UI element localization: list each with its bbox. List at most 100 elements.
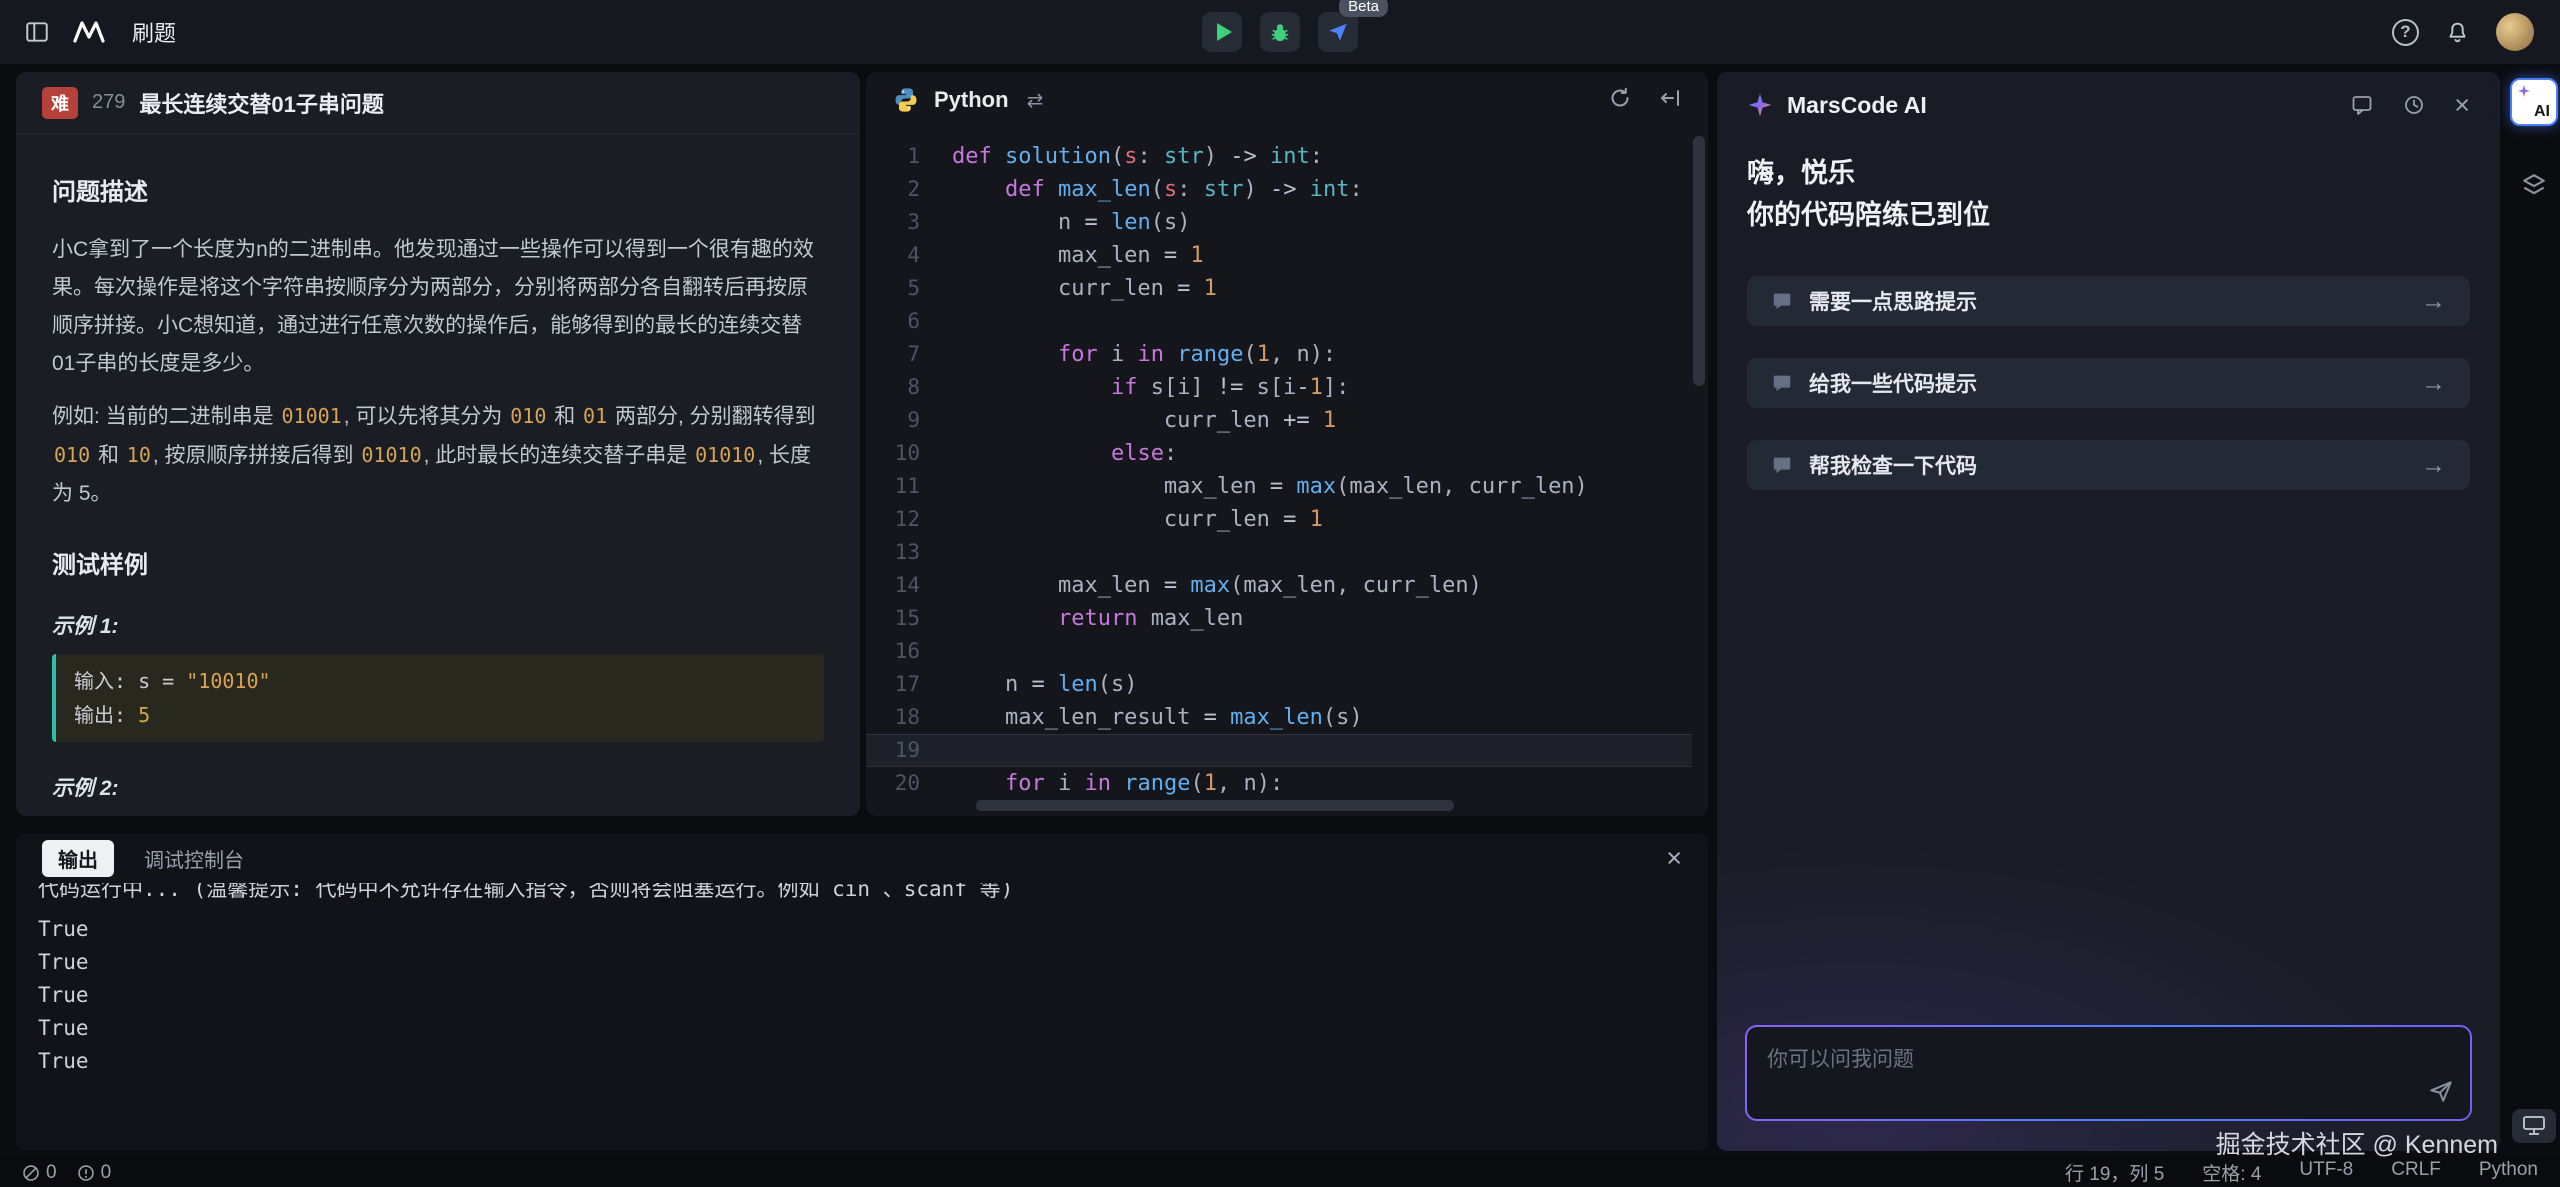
reset-code-icon[interactable] (1658, 86, 1682, 115)
language-mode[interactable]: Python (2479, 1159, 2538, 1186)
editor-vertical-scrollbar[interactable] (1693, 136, 1705, 386)
ai-suggestion-card[interactable]: 给我一些代码提示 → (1747, 358, 2470, 408)
close-icon[interactable]: × (1666, 845, 1682, 872)
submit-button[interactable] (1318, 12, 1358, 52)
card-label: 给我一些代码提示 (1809, 368, 2405, 398)
samples: 示例 1:输入: s = "10010"输出: 5示例 2:输入: s = "0… (52, 610, 824, 816)
bug-icon (1269, 21, 1291, 43)
editor-panel: Python ⇄ 1def solution(s: str) -> int:2 … (866, 72, 1708, 816)
output-header: 输出 调试控制台 × (16, 833, 1708, 883)
send-icon[interactable] (2428, 1078, 2454, 1109)
arrow-right-icon: → (2421, 287, 2446, 316)
ai-title: MarsCode AI (1787, 92, 1927, 119)
problem-id: 279 (92, 91, 125, 114)
code-line[interactable]: 7 for i in range(1, n): (866, 338, 1692, 371)
code-line[interactable]: 4 max_len = 1 (866, 239, 1692, 272)
ai-question-input[interactable] (1747, 1027, 2470, 1119)
avatar[interactable] (2496, 13, 2534, 51)
ai-greeting-line1: 嗨，悦乐 (1747, 152, 2470, 194)
ai-header-actions: × (2350, 92, 2470, 119)
problem-header: 难 279 最长连续交替01子串问题 (16, 72, 860, 134)
chat-bubble-icon (1771, 372, 1793, 394)
play-icon (1217, 23, 1232, 41)
topbar: 刷题 Beta (0, 0, 2560, 64)
code-line[interactable]: 11 max_len = max(max_len, curr_len) (866, 470, 1692, 503)
debug-button[interactable] (1260, 12, 1300, 52)
tab-output[interactable]: 输出 (42, 840, 114, 877)
layers-icon[interactable] (2521, 172, 2547, 203)
console-line: True (38, 1012, 1708, 1045)
language-label: Python (934, 87, 1009, 113)
code-line[interactable]: 6 (866, 305, 1692, 338)
code-line[interactable]: 14 max_len = max(max_len, curr_len) (866, 569, 1692, 602)
eol-setting[interactable]: CRLF (2391, 1159, 2441, 1186)
console-lines: TrueTrueTrueTrueTrue (38, 913, 1708, 1078)
code-line[interactable]: 5 curr_len = 1 (866, 272, 1692, 305)
app: 刷题 Beta (0, 0, 2560, 1187)
ai-panel-toggle-button[interactable]: AI (2510, 78, 2558, 126)
sidebar-toggle-icon[interactable] (24, 19, 50, 45)
code-line[interactable]: 3 n = len(s) (866, 206, 1692, 239)
ai-greeting-line2: 你的代码陪练已到位 (1747, 194, 2470, 236)
warnings-count: 0 (101, 1162, 112, 1184)
ai-suggestion-card[interactable]: 帮我检查一下代码→ (1747, 440, 2470, 490)
code-line[interactable]: 17 n = len(s) (866, 668, 1692, 701)
sample-block: 输入: s = "10010"输出: 5 (52, 654, 824, 742)
errors-count: 0 (46, 1162, 57, 1184)
editor-horizontal-scrollbar[interactable] (976, 800, 1454, 811)
code-line[interactable]: 8 if s[i] != s[i-1]: (866, 371, 1692, 404)
marscode-logo[interactable] (70, 18, 112, 46)
indent-setting[interactable]: 空格: 4 (2202, 1159, 2261, 1186)
history-icon[interactable] (2402, 93, 2426, 117)
card-label: 需要一点思路提示 (1809, 286, 2405, 316)
ai-suggestion-card[interactable]: 需要一点思路提示 → (1747, 276, 2470, 326)
example-paragraph: 例如: 当前的二进制串是 01001, 可以先将其分为 010 和 01 两部分… (52, 397, 824, 513)
console-body: 代码运行中... (温馨提示: 代码中不允许存在输入指令，否则将会阻塞运行。例如… (16, 883, 1708, 1078)
ai-close-icon[interactable]: × (2454, 92, 2470, 119)
ai-button-label: AI (2534, 103, 2550, 121)
editor-actions (1608, 86, 1682, 115)
topbar-left: 刷题 (0, 16, 176, 48)
code-line[interactable]: 1def solution(s: str) -> int: (866, 140, 1692, 173)
code-line[interactable]: 2 def max_len(s: str) -> int: (866, 173, 1692, 206)
console-line: True (38, 979, 1708, 1012)
topbar-actions: Beta (1202, 0, 1358, 64)
arrow-right-icon: → (2421, 369, 2446, 398)
sample-label: 示例 2: (52, 772, 824, 802)
switch-language-icon[interactable]: ⇄ (1027, 88, 1044, 113)
tab-debug-console[interactable]: 调试控制台 (144, 844, 244, 873)
errors-indicator[interactable]: 0 (22, 1162, 57, 1184)
code-line[interactable]: 19 (866, 734, 1692, 767)
code-line[interactable]: 10 else: (866, 437, 1692, 470)
ai-assistant-panel: MarsCode AI × 嗨，悦乐 你的代码陪练已到位 需要一点思路提示→给 (1717, 72, 2500, 1151)
console-line: True (38, 1045, 1708, 1078)
code-line[interactable]: 20 for i in range(1, n): (866, 767, 1692, 798)
difficulty-badge: 难 (42, 87, 78, 119)
output-panel: 输出 调试控制台 × 代码运行中... (温馨提示: 代码中不允许存在输入指令，… (16, 833, 1708, 1151)
bell-icon[interactable] (2445, 20, 2470, 45)
warnings-indicator[interactable]: 0 (77, 1162, 112, 1184)
refresh-icon[interactable] (1608, 86, 1632, 115)
problem-panel: 难 279 最长连续交替01子串问题 问题描述 小C拿到了一个长度为n的二进制串… (16, 72, 860, 816)
section-title-samples: 测试样例 (52, 545, 824, 580)
feedback-icon[interactable] (2350, 93, 2374, 117)
cursor-position[interactable]: 行 19，列 5 (2065, 1159, 2164, 1186)
statusbar-left: 0 0 (22, 1162, 111, 1184)
app-title: 刷题 (132, 16, 176, 48)
sample-label: 示例 1: (52, 610, 824, 640)
code-line[interactable]: 9 curr_len += 1 (866, 404, 1692, 437)
code-line[interactable]: 16 (866, 635, 1692, 668)
run-button[interactable] (1202, 12, 1242, 52)
monitor-icon[interactable] (2512, 1109, 2556, 1143)
arrow-right-icon: → (2421, 451, 2446, 480)
code-line[interactable]: 12 curr_len = 1 (866, 503, 1692, 536)
code-line[interactable]: 18 max_len_result = max_len(s) (866, 701, 1692, 734)
problem-title: 最长连续交替01子串问题 (139, 87, 383, 119)
code-line[interactable]: 15 return max_len (866, 602, 1692, 635)
help-icon[interactable]: ? (2392, 19, 2419, 46)
paper-plane-icon (1327, 21, 1349, 43)
code-line[interactable]: 13 (866, 536, 1692, 569)
code-lines: 1def solution(s: str) -> int:2 def max_l… (866, 128, 1692, 798)
encoding[interactable]: UTF-8 (2299, 1159, 2353, 1186)
sparkle-icon (2517, 84, 2531, 103)
